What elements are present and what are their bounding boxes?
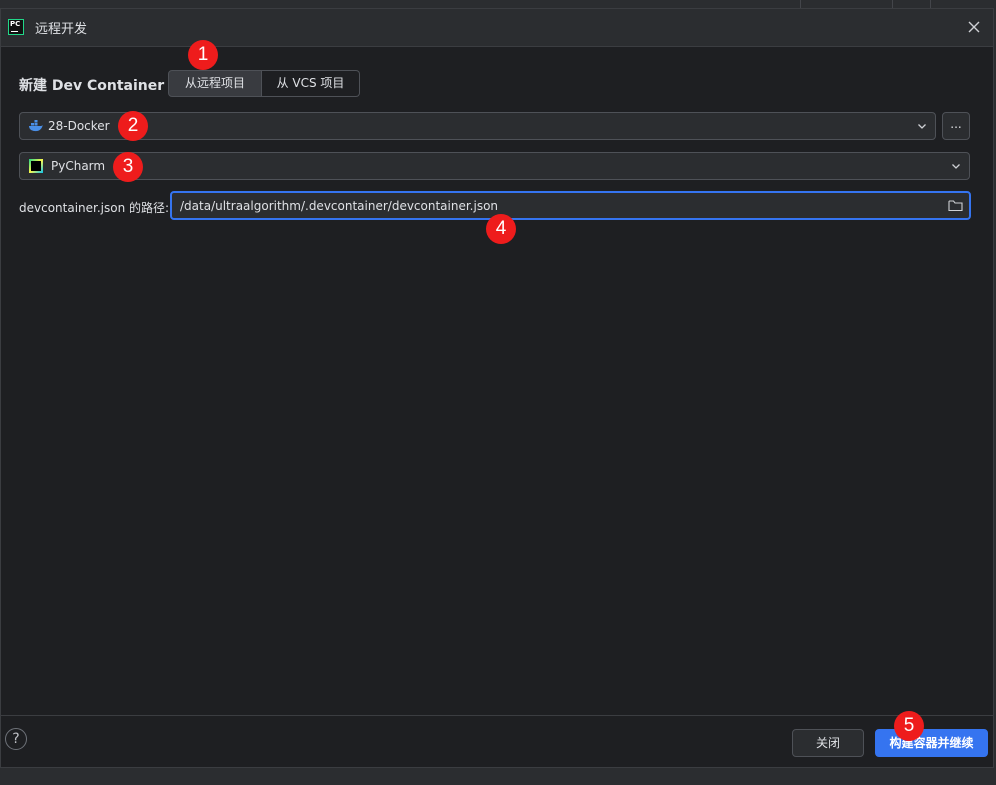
annotation-badge-1: 1 xyxy=(188,40,218,70)
annotation-badge-5: 5 xyxy=(894,711,924,741)
remote-dev-dialog: PC 远程开发 新建 Dev Container 从远程项目 从 VCS 项目 … xyxy=(0,8,994,768)
tab-from-remote-project[interactable]: 从远程项目 xyxy=(168,70,262,97)
browse-hosts-button[interactable]: ... xyxy=(942,112,970,140)
title-bar: PC 远程开发 xyxy=(1,9,993,47)
build-container-and-continue-button[interactable]: 构建容器并继续 xyxy=(875,729,988,757)
ide-select[interactable]: PyCharm xyxy=(19,152,970,180)
background-window-bottom xyxy=(0,768,996,785)
close-button[interactable]: 关闭 xyxy=(792,729,864,757)
tab-label: 从 VCS 项目 xyxy=(276,76,345,90)
help-button[interactable]: ? xyxy=(5,728,27,750)
annotation-badge-4: 4 xyxy=(486,214,516,244)
page-title: 新建 Dev Container xyxy=(19,78,165,94)
annotation-badge-2: 2 xyxy=(118,111,148,141)
docker-icon xyxy=(29,120,43,132)
chevron-down-icon xyxy=(918,124,926,129)
annotation-badge-3: 3 xyxy=(113,152,143,182)
devcontainer-path-input[interactable] xyxy=(170,191,971,220)
close-icon[interactable] xyxy=(964,17,984,37)
host-select-value: 28-Docker xyxy=(48,119,110,133)
devcontainer-path-label: devcontainer.json 的路径: xyxy=(19,201,170,215)
tab-label: 从远程项目 xyxy=(184,76,245,90)
host-select[interactable]: 28-Docker xyxy=(19,112,936,140)
pycharm-icon xyxy=(29,159,43,173)
folder-icon[interactable] xyxy=(948,199,963,212)
chevron-down-icon xyxy=(952,164,960,169)
window-title: 远程开发 xyxy=(35,22,88,37)
pycharm-app-icon: PC xyxy=(8,19,24,35)
tab-from-vcs-project[interactable]: 从 VCS 项目 xyxy=(262,70,360,97)
ide-select-value: PyCharm xyxy=(51,159,106,173)
footer-divider xyxy=(1,715,993,716)
